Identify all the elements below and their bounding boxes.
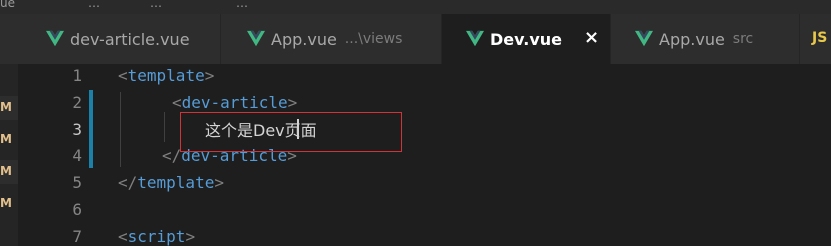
tag-name: dev-article — [181, 93, 288, 112]
tag-bracket: </ — [118, 173, 138, 192]
tab-label: Dev.vue — [490, 29, 563, 49]
highlight-annotation-box — [180, 112, 402, 152]
close-icon[interactable]: × — [584, 27, 599, 48]
tag-name: script — [127, 227, 186, 246]
title-fragment: ue — [0, 0, 15, 10]
title-fragment: … — [236, 0, 248, 10]
line-number: 4 — [72, 146, 82, 165]
tab-description: ...\views — [344, 31, 403, 47]
line-number: 5 — [72, 173, 82, 192]
git-change-indicator — [89, 90, 93, 168]
title-fragment: … — [88, 0, 100, 10]
git-modified-marker: M — [0, 132, 12, 146]
vue-icon — [247, 30, 265, 47]
window-title-strip: ue … … … — [0, 0, 831, 14]
tag-name: template — [127, 66, 205, 85]
title-fragment: … — [150, 0, 162, 10]
tag-bracket: > — [204, 66, 215, 85]
tab-js-file[interactable]: JS — [800, 14, 831, 64]
line-number: 6 — [72, 200, 82, 219]
vue-icon — [466, 30, 484, 47]
vue-icon — [46, 30, 64, 47]
line-number: 1 — [72, 66, 82, 85]
line-number-current: 3 — [72, 120, 82, 139]
code-line-1[interactable]: <template> — [118, 66, 214, 85]
code-line-7[interactable]: <script> — [118, 227, 195, 246]
tag-bracket: < — [172, 93, 182, 112]
tag-bracket: < — [118, 66, 128, 85]
code-line-5[interactable]: </template> — [118, 173, 224, 192]
tag-bracket: > — [185, 227, 196, 246]
editor-tab-bar: dev-article.vue App.vue ...\views Dev.vu… — [0, 14, 831, 64]
tab-dev-article-vue[interactable]: dev-article.vue — [0, 14, 220, 64]
line-number: 7 — [72, 227, 82, 246]
code-line-2[interactable]: <dev-article> — [172, 93, 297, 112]
tag-bracket: < — [118, 227, 128, 246]
tag-bracket: </ — [162, 146, 182, 165]
tab-label: App.vue — [659, 29, 725, 49]
git-modified-marker: M — [0, 164, 12, 178]
tag-bracket: > — [287, 93, 298, 112]
tab-app-vue-views[interactable]: App.vue ...\views — [221, 14, 441, 64]
git-modified-marker: M — [0, 196, 12, 210]
tag-name: template — [137, 173, 215, 192]
tab-label: dev-article.vue — [70, 29, 190, 49]
tab-description: src — [732, 31, 754, 47]
git-modified-marker: M — [0, 100, 12, 114]
vue-icon — [635, 30, 653, 47]
js-icon: JS — [812, 30, 828, 46]
tab-dev-vue[interactable]: Dev.vue × — [442, 14, 610, 64]
tab-label: App.vue — [271, 29, 337, 49]
line-number: 2 — [72, 93, 82, 112]
explorer-edge — [0, 64, 18, 246]
tab-app-vue-src[interactable]: App.vue src — [611, 14, 799, 64]
tag-bracket: > — [214, 173, 224, 192]
